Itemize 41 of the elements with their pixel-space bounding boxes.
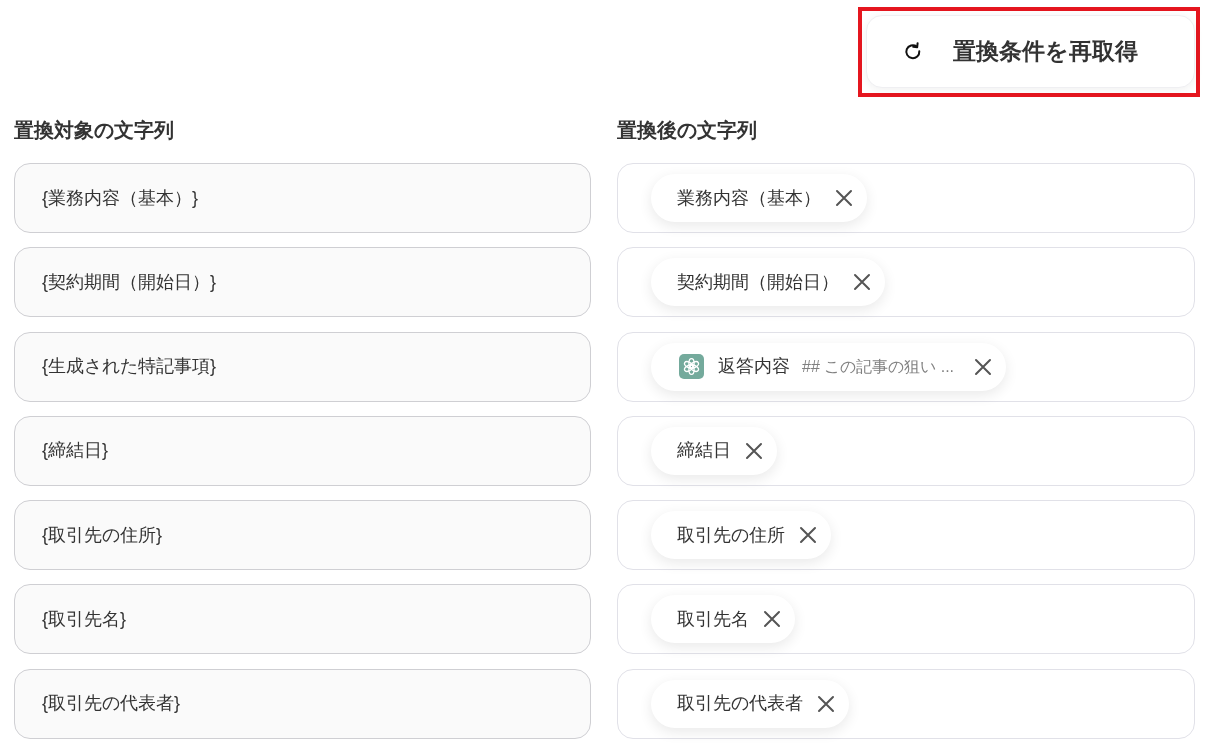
text-field[interactable]: {業務内容（基本）} — [14, 163, 591, 233]
token-field[interactable]: 業務内容（基本） — [617, 163, 1195, 233]
token-field[interactable]: 取引先の住所 — [617, 500, 1195, 571]
chip-label: 返答内容 — [718, 355, 790, 379]
variable-chip[interactable]: 取引先の代表者 — [651, 679, 849, 728]
refresh-icon — [903, 41, 923, 62]
close-icon[interactable] — [745, 441, 763, 460]
chip-label: 業務内容（基本） — [677, 186, 821, 210]
chip-label: 契約期間（開始日） — [677, 270, 839, 294]
text-field[interactable]: {締結日} — [14, 415, 591, 486]
close-icon[interactable] — [817, 694, 835, 713]
close-icon[interactable] — [799, 526, 817, 545]
chip-label: 取引先の住所 — [677, 523, 785, 547]
column-heading: 置換対象の文字列 — [14, 118, 175, 143]
chip-label: 締結日 — [677, 439, 731, 463]
chip-label: 取引先の代表者 — [677, 692, 803, 716]
close-icon[interactable] — [974, 357, 993, 376]
variable-chip[interactable]: 業務内容（基本） — [651, 174, 867, 222]
chip-preview: ## この記事の狙い ... — [802, 356, 955, 377]
token-field[interactable]: 契約期間（開始日） — [617, 247, 1195, 318]
refresh-button[interactable]: 置換条件を再取得 — [866, 15, 1195, 88]
text-field[interactable]: {生成された特記事項} — [14, 331, 591, 402]
text-field[interactable]: {契約期間（開始日）} — [14, 247, 591, 318]
variable-chip[interactable]: 取引先の住所 — [651, 511, 831, 560]
close-icon[interactable] — [853, 273, 871, 292]
close-icon[interactable] — [763, 610, 781, 629]
close-icon[interactable] — [835, 189, 853, 207]
token-field[interactable]: 締結日 — [617, 415, 1195, 486]
variable-chip[interactable]: 取引先名 — [651, 595, 795, 644]
token-field[interactable]: 取引先の代表者 — [617, 668, 1195, 739]
text-field[interactable]: {取引先名} — [14, 584, 591, 655]
rosette-icon — [679, 354, 704, 380]
chip-label: 取引先名 — [677, 608, 749, 631]
column-heading: 置換後の文字列 — [617, 118, 758, 143]
token-field[interactable]: 取引先名 — [617, 584, 1195, 655]
variable-chip[interactable]: 締結日 — [651, 426, 777, 475]
token-field[interactable]: 返答内容 ## この記事の狙い ... — [617, 331, 1195, 402]
text-field[interactable]: {取引先の住所} — [14, 500, 591, 571]
variable-chip[interactable]: 契約期間（開始日） — [651, 258, 885, 307]
variable-chip[interactable]: 返答内容 ## この記事の狙い ... — [651, 342, 1007, 391]
text-field[interactable]: {取引先の代表者} — [14, 668, 591, 739]
